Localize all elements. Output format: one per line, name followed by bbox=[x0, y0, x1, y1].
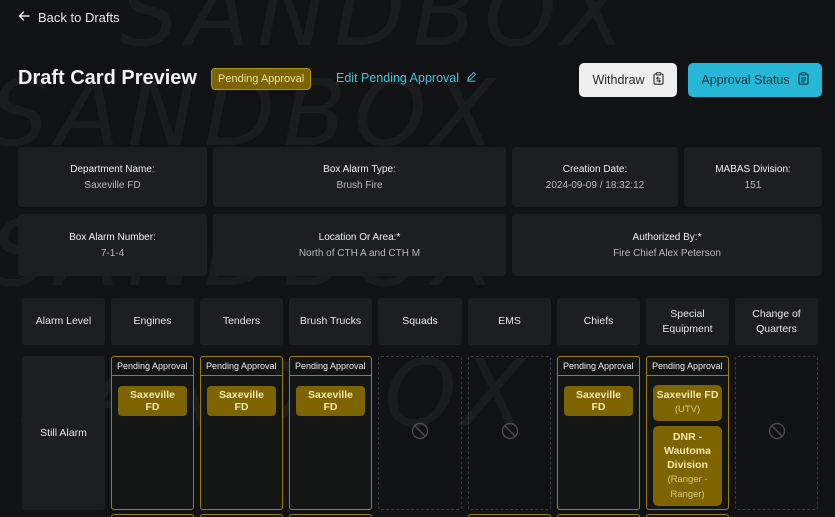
slot-status-title: Pending Approval bbox=[558, 357, 639, 376]
withdraw-clipboard-icon bbox=[652, 72, 664, 88]
box-alarm-type-value: Brush Fire bbox=[336, 179, 383, 191]
chiefs-unit-chip[interactable]: Saxeville FD bbox=[564, 386, 633, 416]
creation-date-label: Creation Date: bbox=[562, 163, 628, 175]
column-header-tenders: Tenders bbox=[200, 298, 283, 345]
special-equipment-slot[interactable]: Pending Approval Saxeville FD (UTV) DNR … bbox=[646, 356, 729, 510]
column-header-engines: Engines bbox=[111, 298, 194, 345]
unit-type: (UTV) bbox=[674, 404, 701, 415]
box-alarm-type-label: Box Alarm Type: bbox=[323, 163, 396, 175]
location-value: North of CTH A and CTH M bbox=[298, 247, 421, 259]
brush-trucks-unit-chip[interactable]: Saxeville FD bbox=[296, 386, 365, 416]
special-equipment-unit-chip[interactable]: DNR - Wautoma Division (Ranger - Ranger) bbox=[653, 426, 722, 506]
mabas-division-value: 151 bbox=[744, 179, 762, 191]
creation-date-card: Creation Date: 2024-09-09 / 18:32:12 bbox=[512, 147, 678, 207]
approval-status-button-label: Approval Status bbox=[701, 73, 790, 87]
engines-slot[interactable]: Pending Approval Saxeville FD bbox=[111, 356, 194, 510]
mabas-division-label: MABAS Division: bbox=[715, 163, 791, 175]
unit-name: Saxeville FD bbox=[656, 389, 719, 401]
sandbox-watermark: SANDBOX bbox=[120, 0, 633, 67]
tenders-slot[interactable]: Pending Approval Saxeville FD bbox=[200, 356, 283, 510]
creation-date-value: 2024-09-09 / 18:32:12 bbox=[545, 179, 645, 191]
engines-unit-chip[interactable]: Saxeville FD bbox=[118, 386, 187, 416]
special-equipment-unit-chip[interactable]: Saxeville FD (UTV) bbox=[653, 385, 722, 421]
column-header-alarm-level: Alarm Level bbox=[22, 298, 105, 345]
column-header-change-of-quarters: Change of Quarters bbox=[735, 298, 818, 345]
box-alarm-number-card: Box Alarm Number: 7-1-4 bbox=[18, 214, 207, 276]
department-name-value: Saxeville FD bbox=[84, 179, 141, 191]
row-label-still-alarm: Still Alarm bbox=[22, 356, 105, 510]
box-alarm-number-label: Box Alarm Number: bbox=[69, 231, 156, 243]
withdraw-button-label: Withdraw bbox=[592, 73, 645, 87]
box-alarm-number-value: 7-1-4 bbox=[100, 247, 125, 259]
no-entry-icon bbox=[768, 422, 786, 445]
column-header-brush-trucks: Brush Trucks bbox=[289, 298, 372, 345]
squads-empty-slot[interactable] bbox=[378, 356, 462, 510]
change-of-quarters-empty-slot[interactable] bbox=[735, 356, 818, 510]
slot-status-title: Pending Approval bbox=[201, 357, 282, 376]
column-header-squads: Squads bbox=[378, 298, 462, 345]
authorized-by-card: Authorized By:* Fire Chief Alex Peterson bbox=[512, 214, 822, 276]
mabas-division-card: MABAS Division: 151 bbox=[684, 147, 822, 207]
clipboard-icon bbox=[798, 72, 809, 88]
department-name-label: Department Name: bbox=[70, 163, 155, 175]
withdraw-button[interactable]: Withdraw bbox=[579, 63, 677, 97]
approval-status-button[interactable]: Approval Status bbox=[688, 63, 822, 97]
arrow-left-icon bbox=[18, 10, 30, 25]
slot-status-title: Pending Approval bbox=[290, 357, 371, 376]
authorized-by-label: Authorized By:* bbox=[632, 231, 702, 243]
unit-name: DNR - Wautoma Division bbox=[664, 431, 711, 471]
status-badge: Pending Approval bbox=[211, 68, 312, 90]
pencil-icon bbox=[466, 71, 477, 85]
no-entry-icon bbox=[501, 422, 519, 445]
location-label: Location Or Area:* bbox=[318, 231, 401, 243]
chiefs-slot[interactable]: Pending Approval Saxeville FD bbox=[557, 356, 640, 510]
brush-trucks-slot[interactable]: Pending Approval Saxeville FD bbox=[289, 356, 372, 510]
location-card: Location Or Area:* North of CTH A and CT… bbox=[213, 214, 506, 276]
box-alarm-type-card: Box Alarm Type: Brush Fire bbox=[213, 147, 506, 207]
column-header-special-equipment: Special Equipment bbox=[646, 298, 729, 345]
edit-pending-approval-label: Edit Pending Approval bbox=[336, 71, 460, 85]
back-to-drafts-link[interactable]: Back to Drafts bbox=[18, 10, 120, 25]
authorized-by-value: Fire Chief Alex Peterson bbox=[613, 247, 721, 259]
slot-status-title: Pending Approval bbox=[112, 357, 193, 376]
page-title: Draft Card Preview bbox=[18, 67, 197, 89]
department-name-card: Department Name: Saxeville FD bbox=[18, 147, 207, 207]
ems-empty-slot[interactable] bbox=[468, 356, 551, 510]
edit-pending-approval-link[interactable]: Edit Pending Approval bbox=[336, 71, 477, 85]
column-header-chiefs: Chiefs bbox=[557, 298, 640, 345]
column-header-ems: EMS bbox=[468, 298, 551, 345]
slot-status-title: Pending Approval bbox=[647, 357, 728, 376]
no-entry-icon bbox=[411, 422, 429, 445]
back-to-drafts-label: Back to Drafts bbox=[38, 10, 120, 25]
unit-type: (Ranger - Ranger) bbox=[667, 474, 708, 500]
tenders-unit-chip[interactable]: Saxeville FD bbox=[207, 386, 276, 416]
